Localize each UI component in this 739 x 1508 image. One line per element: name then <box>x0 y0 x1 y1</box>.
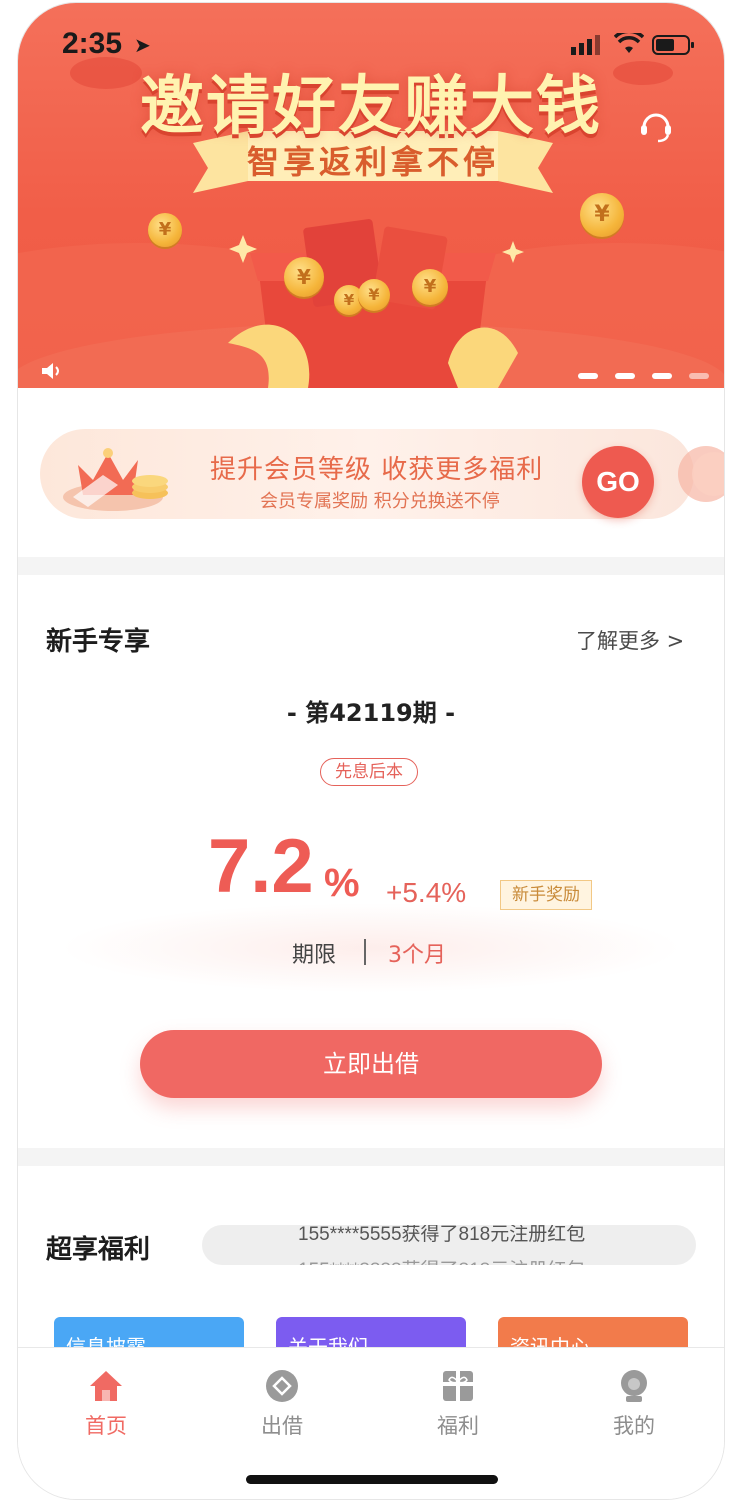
coin-decoration: ¥ <box>412 269 448 305</box>
home-icon <box>90 1371 122 1401</box>
tab-label: 首页 <box>85 1414 127 1438</box>
banner-subtitle: 智享返利拿不停 <box>246 143 499 181</box>
period-number: - 第42119期 - <box>286 699 456 727</box>
bonus-rate: +5.4% <box>386 877 467 908</box>
battery-icon <box>652 35 694 55</box>
user-icon <box>621 1370 647 1402</box>
invest-now-button[interactable]: 立即出借 <box>140 1030 602 1098</box>
ticker-item: 155****5555获得了818元注册红包 <box>298 1225 586 1245</box>
welfare-section-title: 超享福利 <box>46 1235 151 1265</box>
term-label: 期限 <box>292 943 337 968</box>
vip-crown-illustration <box>63 448 168 511</box>
tab-home[interactable]: 首页 <box>18 1348 194 1448</box>
phone-screen: 2:35 ➤ 邀请好友赚大钱 智享返利拿不停 ¥ ¥ ¥ ¥ ¥ ¥ 提升会员等… <box>18 3 724 1499</box>
newbie-section-title: 新手专享 <box>46 627 151 657</box>
coin-decoration: ¥ <box>580 193 624 237</box>
tab-lend[interactable]: 出借 <box>194 1348 370 1448</box>
tab-mine[interactable]: 我的 <box>546 1348 722 1448</box>
learn-more-link[interactable]: 了解更多 > <box>576 625 684 655</box>
vip-subtitle: 会员专属奖励 积分兑换送不停 <box>260 491 500 512</box>
newbie-bonus-badge: 新手奖励 <box>500 880 592 910</box>
carousel-dot[interactable] <box>578 373 598 379</box>
coin-decoration: ¥ <box>358 279 390 311</box>
signal-icon <box>571 35 600 55</box>
customer-service-icon[interactable] <box>638 107 674 143</box>
go-button[interactable]: GO <box>582 446 654 518</box>
carousel-indicators[interactable] <box>578 364 721 383</box>
section-divider <box>18 557 724 575</box>
vip-upgrade-card[interactable]: 提升会员等级 收获更多福利 会员专属奖励 积分兑换送不停 GO <box>40 429 724 519</box>
coin-decoration: ¥ <box>284 257 324 297</box>
repayment-tag: 先息后本 <box>320 758 418 786</box>
location-arrow-icon: ➤ <box>134 33 151 57</box>
gift-icon <box>443 1371 473 1401</box>
tab-label: 福利 <box>437 1414 479 1438</box>
tab-label: 我的 <box>613 1414 655 1438</box>
ticker-item: 155****8888获得了818元注册红包 <box>298 1255 696 1265</box>
annual-rate: 7.2 <box>208 824 314 909</box>
banner-title: 邀请好友赚大钱 <box>140 70 602 144</box>
term-divider <box>364 939 366 965</box>
wifi-icon <box>614 33 644 53</box>
section-divider <box>18 1148 724 1166</box>
vip-card-decoration <box>678 446 724 502</box>
sound-icon[interactable] <box>40 361 64 381</box>
carousel-dot[interactable] <box>652 373 673 379</box>
annual-rate-unit: % <box>324 861 360 905</box>
carousel-dot[interactable] <box>615 373 636 379</box>
term-value: 3个月 <box>388 943 446 968</box>
coin-decoration: ¥ <box>148 213 182 247</box>
tab-label: 出借 <box>261 1414 303 1438</box>
promo-banner[interactable]: 2:35 ➤ 邀请好友赚大钱 智享返利拿不停 ¥ ¥ ¥ ¥ ¥ ¥ <box>18 3 724 388</box>
carousel-dot[interactable] <box>689 373 710 379</box>
home-indicator[interactable] <box>246 1475 498 1484</box>
announcement-ticker[interactable]: 155****5555获得了818元注册红包 155****8888获得了818… <box>202 1225 696 1265</box>
tab-welfare[interactable]: 福利 <box>370 1348 546 1448</box>
rate-glow-decoration <box>58 903 684 993</box>
lend-icon <box>266 1370 298 1402</box>
vip-title: 提升会员等级 收获更多福利 <box>210 455 544 485</box>
